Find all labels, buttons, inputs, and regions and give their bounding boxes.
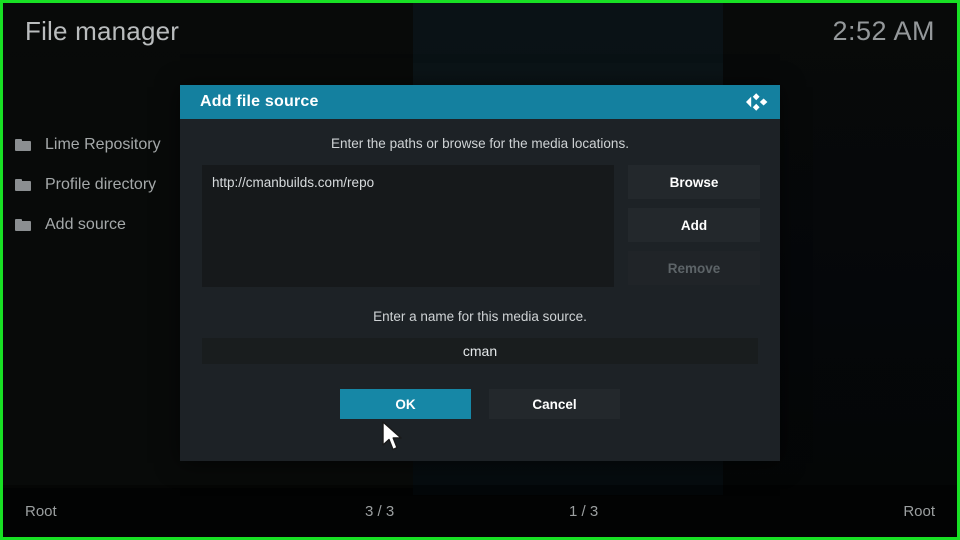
- remove-button: Remove: [628, 251, 760, 285]
- folder-icon: [15, 139, 31, 151]
- add-file-source-dialog: Add file source Enter the paths or brows…: [180, 85, 780, 461]
- status-bar: Root 3 / 3 1 / 3 Root: [3, 485, 957, 537]
- dialog-title: Add file source: [200, 93, 319, 110]
- name-hint: Enter a name for this media source.: [373, 309, 587, 324]
- browse-button[interactable]: Browse: [628, 165, 760, 199]
- source-name-input[interactable]: cman: [202, 338, 758, 364]
- folder-icon: [15, 179, 31, 191]
- dialog-action-row: OK Cancel: [180, 389, 780, 419]
- paths-list[interactable]: http://cmanbuilds.com/repo: [202, 165, 614, 287]
- dialog-title-bar: Add file source: [180, 85, 780, 119]
- sidebar-item-label: Lime Repository: [45, 136, 161, 153]
- ok-button[interactable]: OK: [340, 389, 471, 419]
- paths-row: http://cmanbuilds.com/repo Browse Add Re…: [180, 151, 780, 287]
- paths-hint: Enter the paths or browse for the media …: [331, 136, 629, 151]
- page-title: File manager: [25, 15, 180, 46]
- status-right-path: Root: [903, 502, 935, 520]
- sidebar-item-label: Add source: [45, 216, 126, 233]
- dialog-body: Enter the paths or browse for the media …: [180, 119, 780, 461]
- path-list-item[interactable]: http://cmanbuilds.com/repo: [208, 174, 614, 191]
- folder-icon: [15, 219, 31, 231]
- cancel-button[interactable]: Cancel: [489, 389, 620, 419]
- clock: 2:52 AM: [832, 15, 935, 46]
- header: File manager 2:52 AM: [3, 3, 957, 59]
- status-left-count: 3 / 3: [365, 502, 395, 520]
- sidebar-item-label: Profile directory: [45, 176, 157, 193]
- mouse-cursor: [381, 421, 407, 453]
- status-right-count: 1 / 3: [569, 502, 599, 520]
- paths-button-column: Browse Add Remove: [628, 165, 760, 287]
- kodi-screen: File manager 2:52 AM Lime Repository Pro…: [0, 0, 960, 540]
- kodi-logo-icon: [744, 90, 770, 114]
- status-left-path: Root: [25, 502, 57, 520]
- add-button[interactable]: Add: [628, 208, 760, 242]
